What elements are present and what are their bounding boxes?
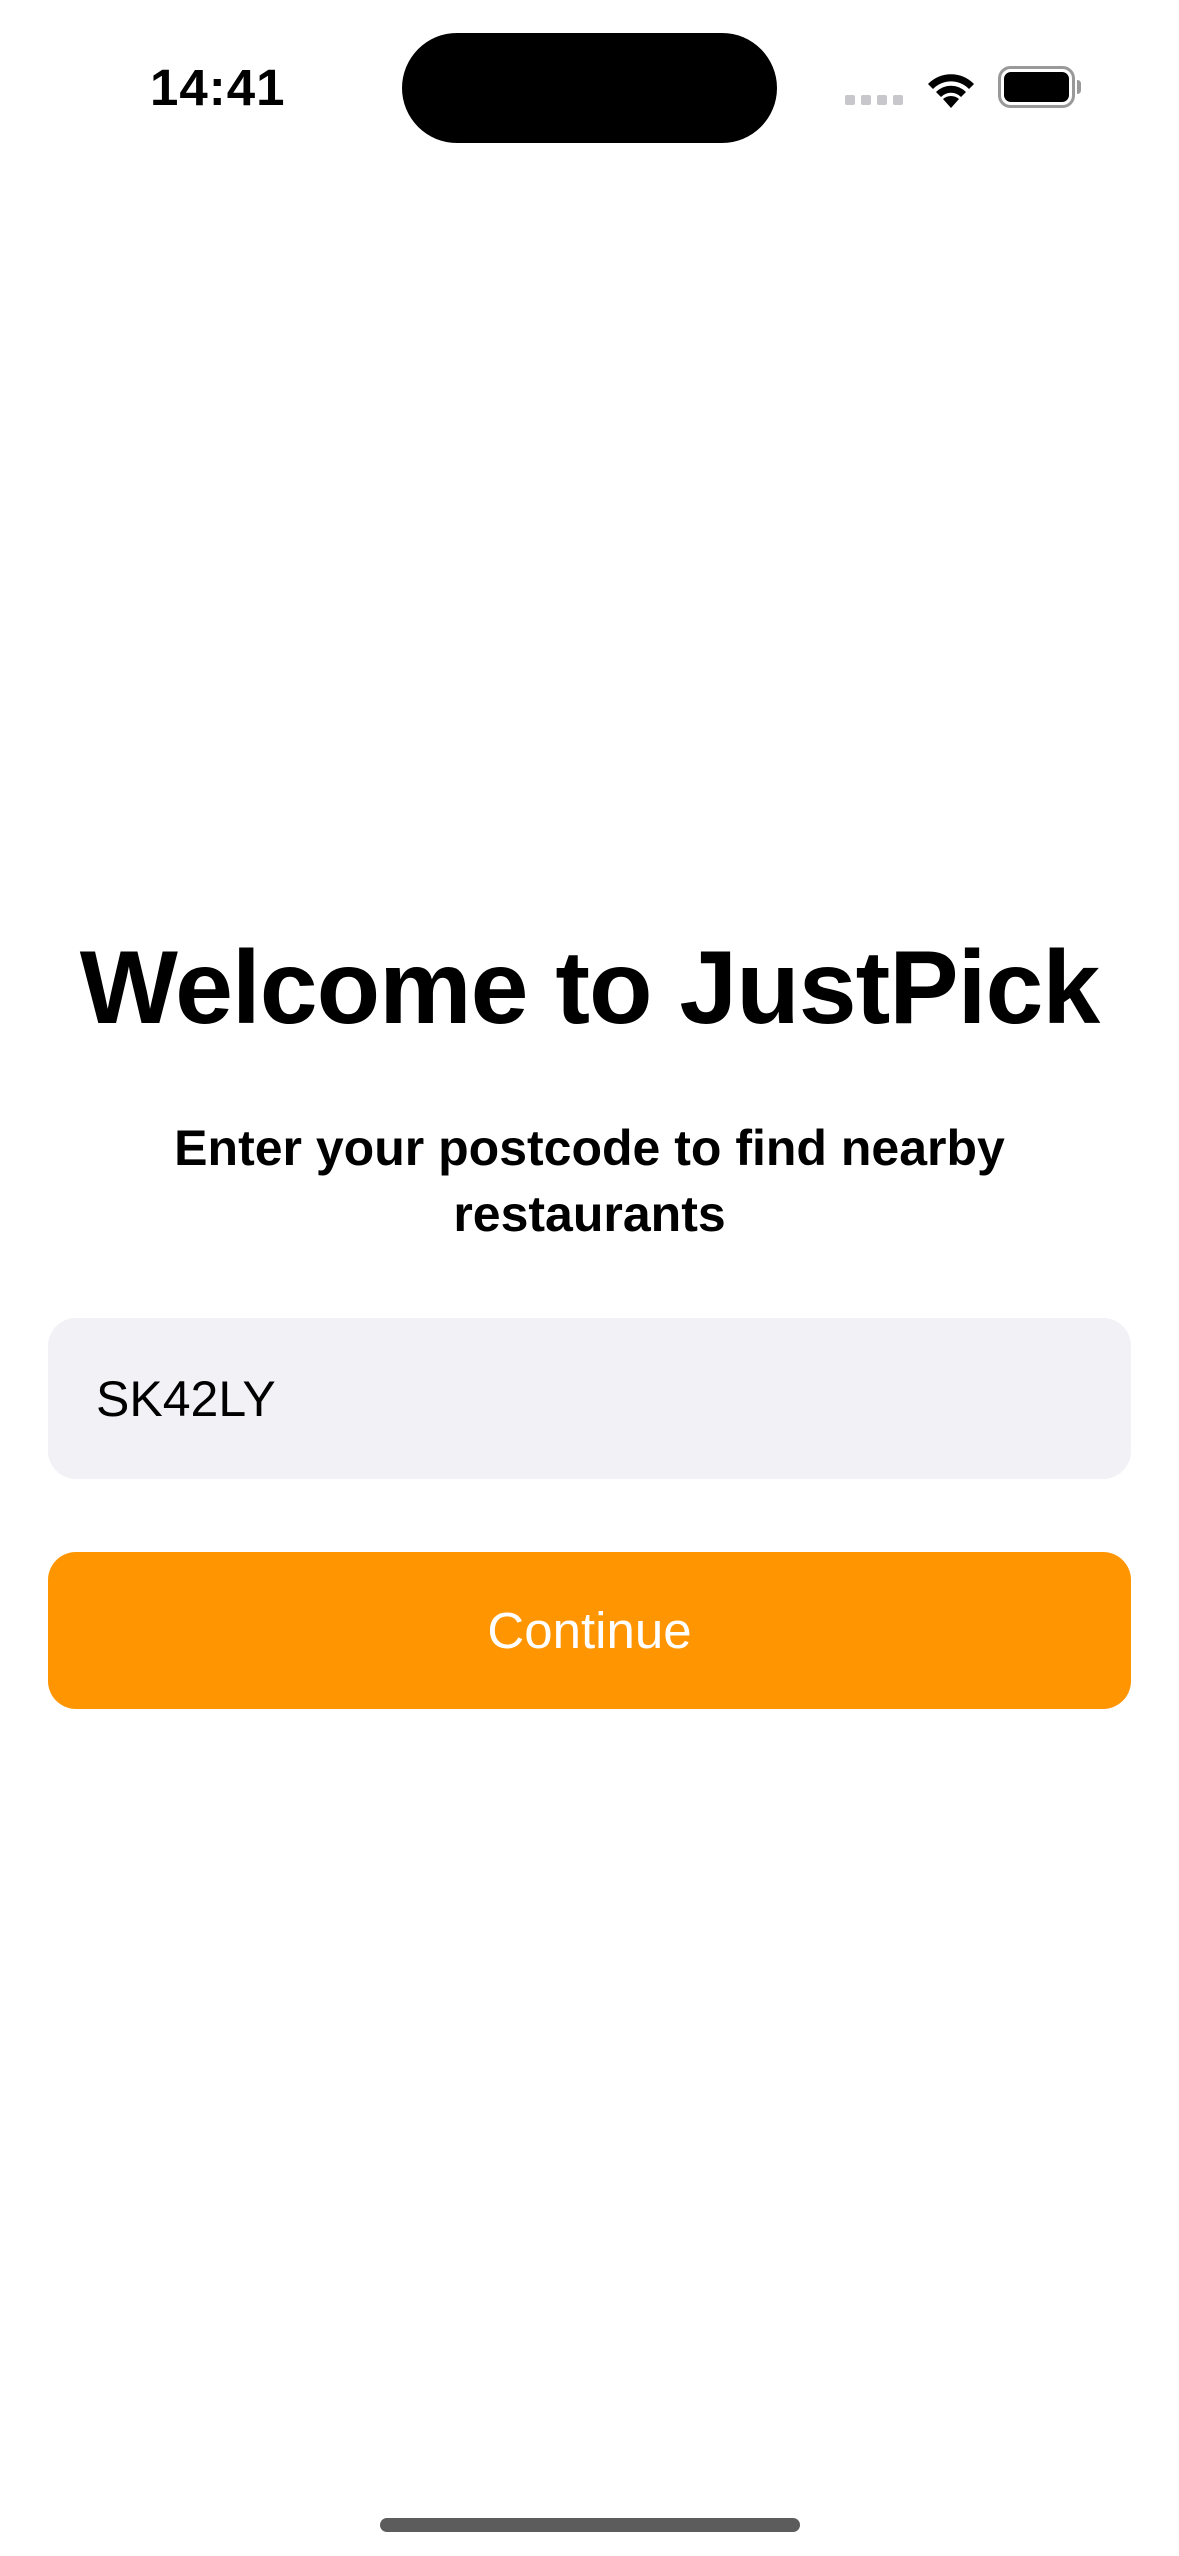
- continue-button-label: Continue: [487, 1601, 692, 1659]
- instruction-text: Enter your postcode to find nearby resta…: [174, 1120, 1005, 1242]
- page-title: Welcome to JustPick: [79, 930, 1100, 1046]
- continue-button[interactable]: Continue: [48, 1552, 1131, 1709]
- battery-icon: [998, 66, 1081, 108]
- cellular-signal-icon: [845, 95, 905, 105]
- postcode-value: SK42LY: [96, 1370, 276, 1427]
- postcode-input[interactable]: SK42LY: [48, 1318, 1131, 1479]
- status-time: 14:41: [150, 59, 286, 116]
- dynamic-island: [402, 33, 777, 143]
- wifi-icon: [928, 74, 974, 108]
- home-indicator[interactable]: [380, 2518, 800, 2532]
